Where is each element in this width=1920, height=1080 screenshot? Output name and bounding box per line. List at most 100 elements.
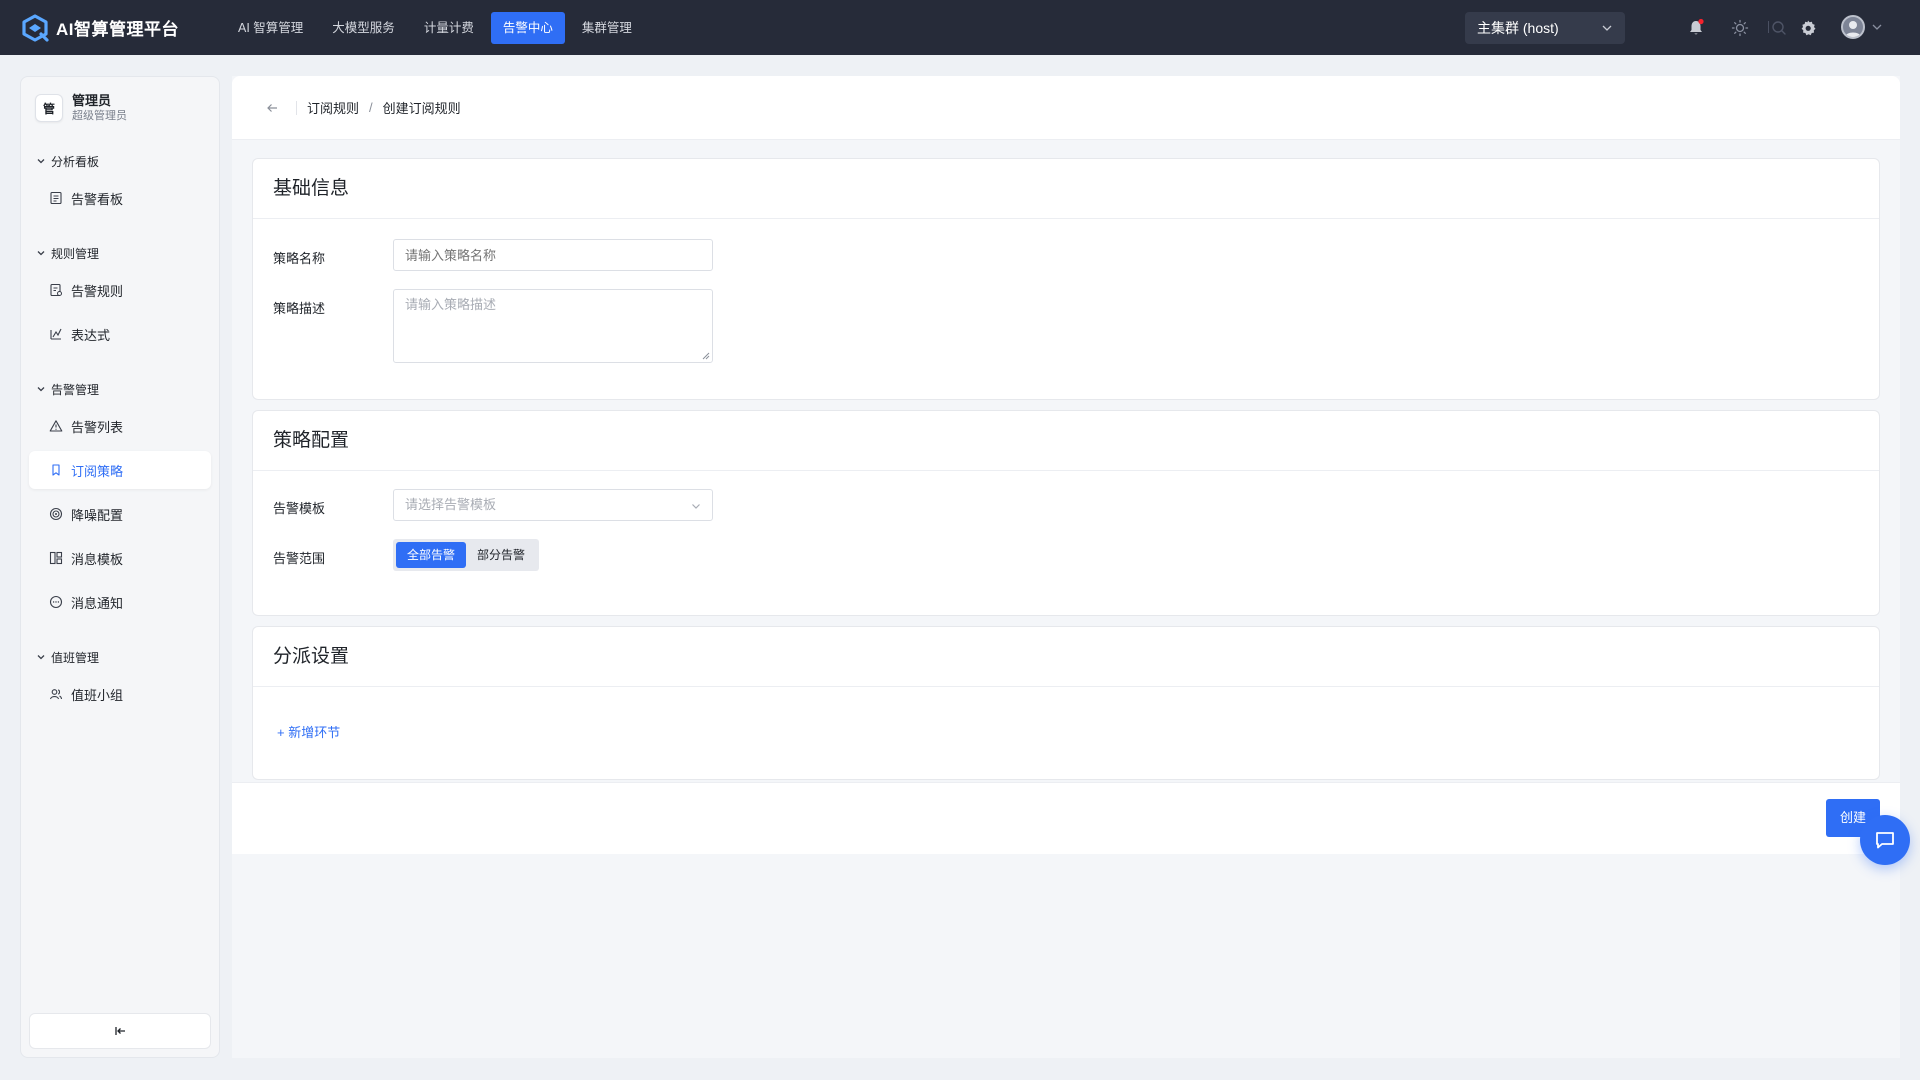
policy-config-card: 策略配置 告警模板 请选择告警模板 告警范围 全部告警 部分告警: [252, 410, 1880, 616]
chat-icon: [1876, 832, 1894, 849]
nav-item-billing[interactable]: 计量计费: [412, 12, 486, 44]
user-badge: 管: [35, 94, 63, 122]
sidebar: 管 管理员 超级管理员 分析看板 告警看板 规则管理 告警规则 表达式 告警管理…: [20, 76, 220, 1058]
sidebar-item-alert-rules[interactable]: 告警规则: [29, 271, 211, 309]
sidebar-item-label: 表达式: [71, 327, 111, 343]
main-nav: AI 智算管理 大模型服务 计量计费 告警中心 集群管理: [226, 11, 649, 44]
sidebar-item-label: 告警看板: [71, 191, 124, 207]
message-icon: [49, 595, 63, 609]
sidebar-item-label: 告警列表: [71, 419, 124, 435]
brand[interactable]: AI智算管理平台: [20, 13, 220, 43]
user-name: 管理员: [72, 93, 112, 108]
sidebar-item-alert-list[interactable]: 告警列表: [29, 407, 211, 445]
menu-group-analytics: 分析看板 告警看板: [21, 149, 219, 217]
sidebar-item-alert-dashboard[interactable]: 告警看板: [29, 179, 211, 217]
search-icon[interactable]: [1770, 19, 1788, 37]
chevron-down-icon: [692, 504, 700, 509]
group-label: 告警管理: [51, 382, 100, 397]
basic-info-card: 基础信息 策略名称 策略描述 请输入策略描述: [252, 158, 1880, 400]
user-menu[interactable]: [1841, 15, 1883, 39]
sidebar-item-subscription-policy[interactable]: 订阅策略: [29, 451, 211, 489]
user-card: 管 管理员 超级管理员: [21, 77, 219, 135]
policy-desc-placeholder: 请输入策略描述: [405, 297, 497, 312]
alert-template-placeholder: 请选择告警模板: [405, 497, 497, 512]
expression-icon: [50, 328, 62, 340]
group-header-analytics[interactable]: 分析看板: [21, 149, 219, 173]
alert-scope-label: 告警范围: [273, 551, 326, 566]
nav-item-cluster[interactable]: 集群管理: [570, 12, 644, 44]
sun-icon[interactable]: [1730, 18, 1750, 38]
breadcrumb-divider: [296, 100, 297, 115]
nav-item-ai-compute[interactable]: AI 智算管理: [226, 12, 315, 44]
bookmark-icon: [52, 464, 60, 476]
app-title: AI智算管理平台: [56, 20, 179, 39]
alert-template-select[interactable]: 请选择告警模板: [393, 489, 713, 521]
resize-handle-icon[interactable]: [702, 352, 710, 360]
menu-group-rules: 规则管理 告警规则 表达式: [21, 241, 219, 353]
group-label: 值班管理: [51, 650, 100, 665]
breadcrumb-current: 创建订阅规则: [382, 101, 461, 116]
nav-item-alert-center[interactable]: 告警中心: [490, 11, 565, 44]
scope-option-partial[interactable]: 部分告警: [466, 542, 536, 568]
alert-scope-segmented: 全部告警 部分告警: [393, 539, 540, 571]
menu-group-alert-management: 告警管理 告警列表 订阅策略 降噪配置 消息模板 消息通知: [21, 377, 219, 621]
chevron-down-icon: [1872, 24, 1882, 30]
chevron-down-icon: [37, 655, 45, 660]
main-content: 订阅规则 / 创建订阅规则 基础信息 策略名称 策略描述 请输入策略描述 策略配…: [232, 76, 1900, 1058]
breadcrumb: 订阅规则 / 创建订阅规则: [232, 76, 1900, 140]
policy-name-label: 策略名称: [273, 251, 326, 266]
sidebar-item-label: 消息通知: [71, 595, 124, 611]
sidebar-item-label: 降噪配置: [71, 507, 124, 523]
team-icon: [49, 689, 63, 700]
form-footer: 创建: [232, 782, 1900, 854]
dispatch-settings-card: 分派设置 + 新增环节: [252, 626, 1880, 780]
group-header-on-duty[interactable]: 值班管理: [21, 645, 219, 669]
template-icon: [49, 551, 63, 565]
cluster-select-value: 主集群 (host): [1477, 20, 1559, 36]
breadcrumb-separator: /: [369, 100, 373, 115]
chevron-down-icon: [37, 251, 45, 256]
sidebar-item-expression[interactable]: 表达式: [29, 315, 211, 353]
group-label: 规则管理: [51, 246, 100, 261]
sidebar-item-duty-team[interactable]: 值班小组: [29, 675, 211, 713]
topbar-divider: [1768, 21, 1769, 33]
sidebar-item-label: 消息模板: [71, 551, 124, 567]
scope-option-all[interactable]: 全部告警: [396, 542, 467, 568]
chevron-down-icon: [1602, 25, 1612, 31]
user-icon: [1845, 21, 1861, 37]
section-title-basic: 基础信息: [253, 159, 1879, 219]
back-arrow-icon[interactable]: [264, 100, 280, 116]
sidebar-item-label: 值班小组: [71, 687, 124, 703]
top-navigation-bar: AI智算管理平台 AI 智算管理 大模型服务 计量计费 告警中心 集群管理 主集…: [0, 0, 1920, 55]
brand-logo-icon: [22, 13, 49, 42]
avatar: [1841, 15, 1865, 39]
group-header-alert-management[interactable]: 告警管理: [21, 377, 219, 401]
sidebar-item-noise-reduction[interactable]: 降噪配置: [29, 495, 211, 533]
sidebar-item-message-notification[interactable]: 消息通知: [29, 583, 211, 621]
bell-icon[interactable]: [1686, 18, 1706, 38]
dashboard-icon: [50, 191, 62, 205]
policy-desc-textarea[interactable]: 请输入策略描述: [393, 289, 713, 363]
sidebar-collapse-button[interactable]: [29, 1013, 211, 1049]
section-title-dispatch: 分派设置: [253, 627, 1879, 687]
sidebar-item-message-template[interactable]: 消息模板: [29, 539, 211, 577]
group-header-rules[interactable]: 规则管理: [21, 241, 219, 265]
settings-icon[interactable]: [1798, 18, 1818, 38]
target-icon: [49, 507, 63, 521]
breadcrumb-parent-link[interactable]: 订阅规则: [307, 98, 359, 117]
chat-float-button[interactable]: [1860, 815, 1910, 865]
collapse-icon: [115, 1027, 125, 1035]
group-label: 分析看板: [51, 154, 100, 169]
policy-name-input[interactable]: [393, 239, 713, 271]
policy-desc-label: 策略描述: [273, 301, 326, 316]
cluster-select[interactable]: 主集群 (host): [1465, 12, 1625, 44]
warning-icon: [49, 420, 63, 432]
nav-item-llm-service[interactable]: 大模型服务: [320, 12, 407, 44]
alert-template-label: 告警模板: [273, 501, 326, 516]
chevron-down-icon: [37, 159, 45, 164]
add-stage-link[interactable]: + 新增环节: [277, 722, 340, 741]
sidebar-item-label: 告警规则: [71, 283, 124, 299]
rule-icon: [50, 283, 62, 297]
sidebar-item-label: 订阅策略: [71, 463, 124, 479]
chevron-down-icon: [37, 387, 45, 392]
